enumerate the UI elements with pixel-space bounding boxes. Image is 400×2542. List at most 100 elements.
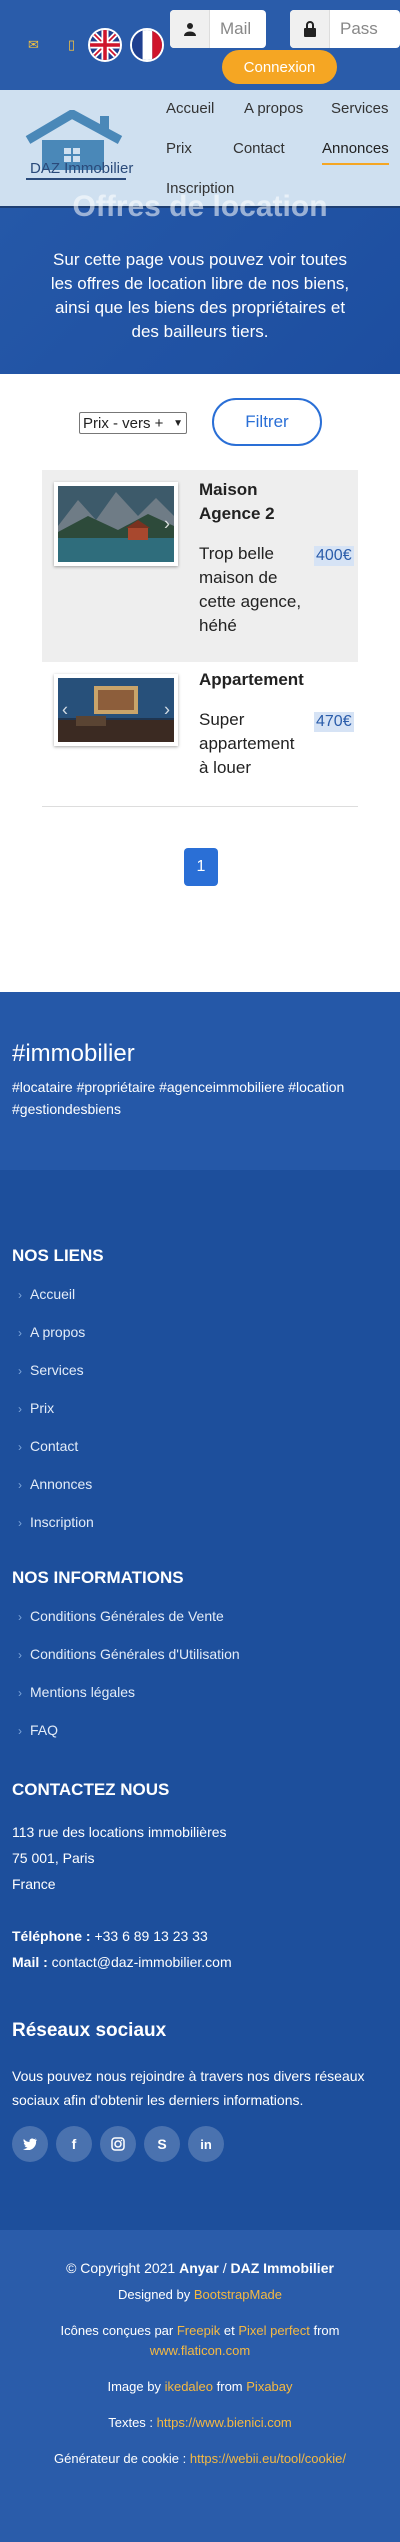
texts-credit-line: Textes : https://www.bienici.com — [0, 2415, 400, 2430]
hashtag-list: #locataire #propriétaire #agenceimmobili… — [12, 1076, 382, 1120]
footer-link-services[interactable]: › Services — [18, 1362, 84, 1378]
copyright-text: © Copyright 2021 — [66, 2260, 176, 2276]
connexion-button[interactable]: Connexion — [222, 50, 337, 84]
footer-link-label: Annonces — [30, 1476, 93, 1492]
uk-flag-icon[interactable] — [88, 28, 122, 62]
divider — [42, 806, 358, 807]
footer-link-mentions[interactable]: › Mentions légales — [18, 1684, 135, 1700]
hashtag-section: #immobilier #locataire #propriétaire #ag… — [0, 992, 400, 1170]
chevron-right-icon[interactable]: › — [164, 514, 170, 535]
nav-item-contact[interactable]: Contact — [233, 140, 285, 157]
envelope-icon[interactable]: ✉ — [28, 37, 39, 53]
footer-link-cgv[interactable]: › Conditions Générales de Vente — [18, 1608, 224, 1624]
listing-image[interactable]: › — [54, 482, 178, 566]
skype-icon[interactable]: S — [144, 2126, 180, 2162]
icons-credit-line: Icônes conçues par Freepik et Pixel perf… — [0, 2323, 400, 2338]
copyright-section: © Copyright 2021 Anyar / DAZ Immobilier … — [0, 2230, 400, 2542]
cookie-credit-line: Générateur de cookie : https://webii.eu/… — [0, 2451, 400, 2466]
footer-info-title: NOS INFORMATIONS — [12, 1568, 184, 1587]
footer-link-label: Conditions Générales de Vente — [30, 1608, 224, 1624]
listing-desc-line: Super — [199, 710, 245, 729]
chevron-down-icon: ▼ — [173, 417, 183, 429]
mail-label: Mail : — [12, 1954, 48, 1970]
nav-item-accueil[interactable]: Accueil — [166, 100, 214, 117]
page-title: Offres de location — [72, 190, 328, 223]
contact-phone: Téléphone : +33 6 89 13 23 33 — [12, 1928, 208, 1944]
listing-image[interactable]: ‹ › — [54, 674, 178, 746]
pixel-perfect-link[interactable]: Pixel perfect — [238, 2323, 310, 2338]
flaticon-link[interactable]: www.flaticon.com — [150, 2343, 250, 2358]
chevron-right-icon: › — [18, 1648, 22, 1662]
footer-link-accueil[interactable]: › Accueil — [18, 1286, 75, 1302]
phone-label: Téléphone : — [12, 1928, 91, 1944]
copyright-separator: / — [222, 2260, 227, 2276]
copyright-line: © Copyright 2021 Anyar / DAZ Immobilier — [0, 2260, 400, 2276]
listing-title-line: Appartement — [199, 670, 304, 689]
copyright-brand: DAZ Immobilier — [230, 2260, 334, 2276]
listing-card[interactable]: ‹ › Appartement Super appartement à loue… — [42, 662, 358, 802]
linkedin-icon[interactable]: in — [188, 2126, 224, 2162]
footer-link-inscription[interactable]: › Inscription — [18, 1514, 94, 1530]
listing-description: Trop belle maison de cette agence, héhé — [199, 542, 301, 638]
user-icon — [170, 10, 210, 48]
image-credit-from: from — [216, 2379, 243, 2394]
twitter-icon[interactable] — [12, 2126, 48, 2162]
instagram-icon[interactable] — [100, 2126, 136, 2162]
footer-link-faq[interactable]: › FAQ — [18, 1722, 58, 1738]
nav-item-annonces[interactable]: Annonces — [322, 140, 389, 165]
freepik-link[interactable]: Freepik — [177, 2323, 220, 2338]
footer-link-contact[interactable]: › Contact — [18, 1438, 78, 1454]
chevron-right-icon: › — [18, 1478, 22, 1492]
footer-link-a-propos[interactable]: › A propos — [18, 1324, 85, 1340]
social-text-line: Vous pouvez nous rejoindre à travers nos… — [12, 2068, 365, 2084]
designed-by-text: Designed by — [117, 2287, 191, 2302]
phone-value[interactable]: +33 6 89 13 23 33 — [94, 1928, 207, 1944]
listing-title[interactable]: Appartement — [199, 668, 304, 692]
listing-title[interactable]: Maison Agence 2 — [199, 478, 275, 526]
pagination-page-button[interactable]: 1 — [184, 848, 218, 886]
france-flag-icon[interactable] — [130, 28, 164, 62]
nav-item-services[interactable]: Services — [331, 100, 389, 117]
footer-link-annonces[interactable]: › Annonces — [18, 1476, 92, 1492]
chevron-right-icon: › — [18, 1686, 22, 1700]
listing-card[interactable]: › Maison Agence 2 Trop belle maison de c… — [42, 470, 358, 662]
lock-icon — [290, 10, 330, 48]
footer-contact-title: CONTACTEZ NOUS — [12, 1780, 170, 1799]
copyright-brand: Anyar — [179, 2260, 219, 2276]
listing-price: 400€ — [314, 546, 354, 566]
nav-item-prix[interactable]: Prix — [166, 140, 192, 157]
icons-credit-from: from — [313, 2323, 340, 2338]
footer-link-label: Accueil — [30, 1286, 76, 1302]
footer: NOS LIENS › Accueil › A propos › Services ›… — [0, 1170, 400, 2230]
nav-item-a-propos[interactable]: A propos — [244, 100, 303, 117]
ikedaleo-link[interactable]: ikedaleo — [165, 2379, 213, 2394]
facebook-icon[interactable]: f — [56, 2126, 92, 2162]
pixabay-link[interactable]: Pixabay — [246, 2379, 292, 2394]
webii-link[interactable]: https://webii.eu/tool/cookie/ — [190, 2451, 346, 2466]
image-credit-text: Image by — [107, 2379, 161, 2394]
sort-select[interactable]: Prix - vers + ▼ — [79, 412, 187, 434]
footer-social-title: Réseaux sociaux — [12, 2020, 167, 2041]
password-input-group: Pass — [290, 10, 400, 48]
password-input[interactable]: Pass — [330, 10, 400, 48]
hashtag-line: #locataire #propriétaire #agenceimmobili… — [12, 1079, 345, 1095]
mail-input-group: Mail — [170, 10, 266, 48]
chevron-right-icon[interactable]: › — [164, 700, 170, 721]
mail-input[interactable]: Mail — [210, 10, 266, 48]
bienici-link[interactable]: https://www.bienici.com — [157, 2415, 292, 2430]
mail-value[interactable]: contact@daz-immobilier.com — [52, 1954, 232, 1970]
footer-link-prix[interactable]: › Prix — [18, 1400, 54, 1416]
footer-link-label: Services — [30, 1362, 84, 1378]
chevron-left-icon[interactable]: ‹ — [62, 700, 68, 721]
icons-credit-and: et — [223, 2323, 235, 2338]
chevron-right-icon: › — [18, 1440, 22, 1454]
listing-desc-line: héhé — [199, 616, 237, 635]
phone-icon[interactable]: ▯ — [68, 37, 75, 53]
filter-button[interactable]: Filtrer — [212, 398, 322, 446]
logo-underline — [26, 178, 126, 180]
address-line: 113 rue des locations immobilières — [12, 1824, 227, 1840]
footer-link-cgu[interactable]: › Conditions Générales d'Utilisation — [18, 1646, 240, 1662]
listing-desc-line: maison de — [199, 568, 278, 587]
listing-desc-line: à louer — [199, 758, 251, 777]
designer-link[interactable]: BootstrapMade — [194, 2287, 282, 2302]
